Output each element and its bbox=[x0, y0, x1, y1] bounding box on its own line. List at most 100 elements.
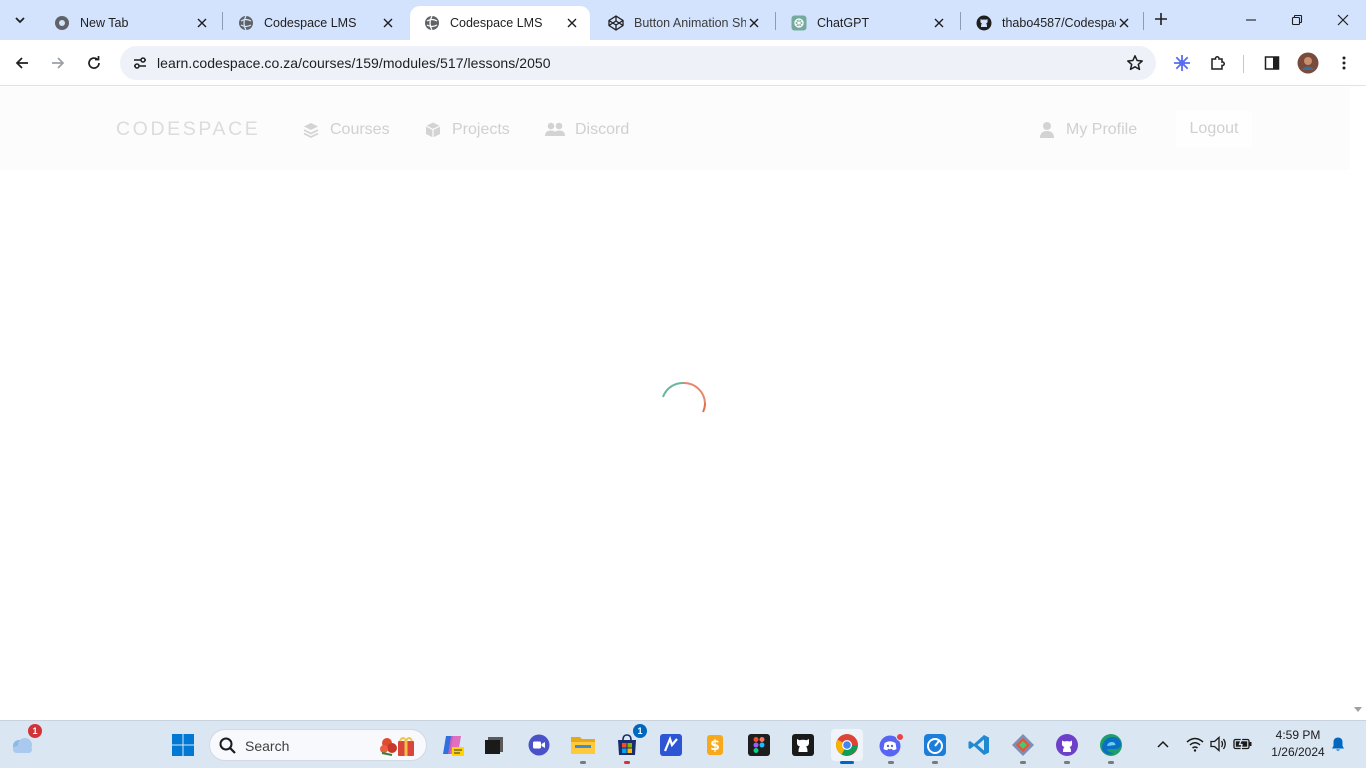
loading-spinner bbox=[662, 381, 707, 413]
taskbar-figma[interactable] bbox=[743, 729, 775, 761]
close-icon[interactable] bbox=[1116, 15, 1132, 31]
tab-codespace-lms-active[interactable]: Codespace LMS bbox=[410, 6, 590, 40]
tab-search-button[interactable] bbox=[6, 6, 34, 34]
side-panel-icon bbox=[1264, 56, 1280, 70]
tab-new-tab[interactable]: New Tab bbox=[40, 6, 220, 40]
minimize-icon bbox=[1246, 19, 1256, 21]
notifications-button[interactable] bbox=[1328, 734, 1348, 754]
search-label: Search bbox=[245, 738, 290, 754]
nav-courses[interactable]: Courses bbox=[301, 119, 390, 141]
nav-my-profile[interactable]: My Profile bbox=[1037, 119, 1137, 141]
extensions-button[interactable] bbox=[1202, 47, 1234, 79]
chevron-down-icon bbox=[15, 17, 25, 24]
chrome-menu-button[interactable] bbox=[1328, 47, 1360, 79]
taskbar-discord[interactable] bbox=[875, 729, 907, 764]
close-icon[interactable] bbox=[380, 15, 396, 31]
taskbar-vscode[interactable] bbox=[963, 729, 995, 761]
close-icon[interactable] bbox=[746, 15, 762, 31]
discord-icon bbox=[879, 733, 904, 757]
page-content: CODESPACE Courses Projects Discord My Pr… bbox=[0, 87, 1366, 720]
github-icon bbox=[792, 734, 814, 756]
star-icon bbox=[1127, 55, 1143, 71]
chatgpt-icon bbox=[791, 15, 807, 31]
browser-tab-strip: New Tab Codespace LMS Codespace LMS Butt… bbox=[0, 0, 1366, 40]
windows-logo-icon bbox=[172, 734, 194, 756]
close-icon[interactable] bbox=[564, 15, 580, 31]
page-scrollbar[interactable] bbox=[1350, 170, 1366, 720]
taskbar-meet[interactable] bbox=[523, 729, 555, 761]
reload-button[interactable] bbox=[78, 47, 110, 79]
close-icon[interactable] bbox=[194, 15, 210, 31]
taskbar-edge[interactable] bbox=[1095, 729, 1127, 764]
taskbar-chrome[interactable] bbox=[831, 729, 863, 764]
close-icon[interactable] bbox=[931, 15, 947, 31]
globe-icon bbox=[424, 15, 440, 31]
tab-chatgpt[interactable]: ChatGPT bbox=[777, 6, 957, 40]
tab-separator bbox=[775, 12, 776, 30]
tab-codespace-lms[interactable]: Codespace LMS bbox=[224, 6, 406, 40]
bookmark-star-button[interactable] bbox=[1124, 52, 1146, 74]
vscode-icon bbox=[968, 735, 989, 755]
volume-button[interactable] bbox=[1209, 734, 1229, 754]
arrow-left-icon bbox=[15, 57, 28, 69]
video-chat-icon bbox=[528, 734, 550, 756]
figma-icon bbox=[748, 734, 770, 756]
chrome-icon bbox=[836, 734, 858, 756]
taskbar-task-view[interactable] bbox=[478, 729, 510, 761]
extension-gemini-button[interactable] bbox=[1166, 47, 1198, 79]
taskbar-store[interactable]: 1 bbox=[611, 724, 647, 764]
show-hidden-icons-button[interactable] bbox=[1153, 734, 1173, 754]
task-view-icon bbox=[485, 737, 503, 754]
profile-avatar-button[interactable] bbox=[1292, 47, 1324, 79]
nav-projects[interactable]: Projects bbox=[423, 119, 510, 141]
taskbar-file-explorer[interactable] bbox=[567, 729, 599, 764]
nav-discord-label: Discord bbox=[575, 121, 630, 138]
battery-charging-icon bbox=[1233, 737, 1252, 751]
start-button[interactable] bbox=[167, 729, 199, 761]
github-circle-icon bbox=[1056, 734, 1078, 756]
taskbar-clock[interactable]: 4:59 PM 1/26/2024 bbox=[1262, 727, 1334, 761]
side-panel-button[interactable] bbox=[1256, 47, 1288, 79]
taskbar-copilot[interactable] bbox=[436, 729, 468, 761]
triangle-down-icon bbox=[1354, 707, 1362, 712]
chevron-up-icon bbox=[1157, 740, 1169, 748]
site-info-button[interactable] bbox=[128, 51, 152, 75]
taskbar-github-desktop[interactable] bbox=[787, 729, 819, 761]
taskbar-speedtest[interactable] bbox=[919, 729, 951, 764]
edge-icon bbox=[1100, 734, 1122, 756]
clock-time: 4:59 PM bbox=[1275, 728, 1321, 742]
copilot-icon bbox=[443, 736, 464, 756]
codepen-icon bbox=[608, 15, 624, 31]
tab-title: New Tab bbox=[80, 16, 129, 30]
back-button[interactable] bbox=[6, 47, 38, 79]
forward-button[interactable] bbox=[42, 47, 74, 79]
wifi-button[interactable] bbox=[1185, 734, 1205, 754]
weather-widget[interactable]: 1 bbox=[6, 724, 42, 761]
taskbar-dollar-app[interactable]: $ bbox=[699, 729, 731, 761]
tab-title: Codespace LMS bbox=[450, 16, 543, 30]
tab-github[interactable]: thabo4587/Codespac bbox=[962, 6, 1142, 40]
windows-taskbar: 1 Search 1 $ 4:59 PM 1/26/2024 bbox=[0, 720, 1366, 768]
minimize-button[interactable] bbox=[1228, 0, 1274, 40]
scroll-down-arrow[interactable] bbox=[1353, 705, 1363, 715]
address-bar[interactable]: learn.codespace.co.za/courses/159/module… bbox=[120, 46, 1156, 80]
toolbar-divider bbox=[1243, 55, 1244, 73]
taskbar-sourcetree[interactable] bbox=[1007, 729, 1039, 764]
running-indicator bbox=[932, 761, 938, 764]
codespace-logo[interactable]: CODESPACE bbox=[116, 118, 260, 141]
battery-button[interactable] bbox=[1233, 734, 1253, 754]
bell-icon bbox=[1332, 737, 1344, 751]
new-tab-button[interactable] bbox=[1150, 8, 1172, 30]
taskbar-search[interactable]: Search bbox=[209, 729, 427, 761]
taskbar-github-app[interactable] bbox=[1051, 729, 1083, 764]
nav-discord[interactable]: Discord bbox=[544, 119, 629, 141]
restore-button[interactable] bbox=[1274, 0, 1320, 40]
close-window-button[interactable] bbox=[1320, 0, 1366, 40]
logout-button[interactable]: Logout bbox=[1176, 111, 1252, 147]
wifi-icon bbox=[1186, 737, 1204, 752]
tab-button-animation[interactable]: Button Animation Sh bbox=[594, 6, 772, 40]
taskbar-cursor-app[interactable] bbox=[655, 729, 687, 761]
url-text[interactable]: learn.codespace.co.za/courses/159/module… bbox=[157, 55, 551, 71]
puzzle-icon bbox=[1211, 56, 1225, 70]
search-highlight-gift-icon bbox=[380, 737, 414, 756]
